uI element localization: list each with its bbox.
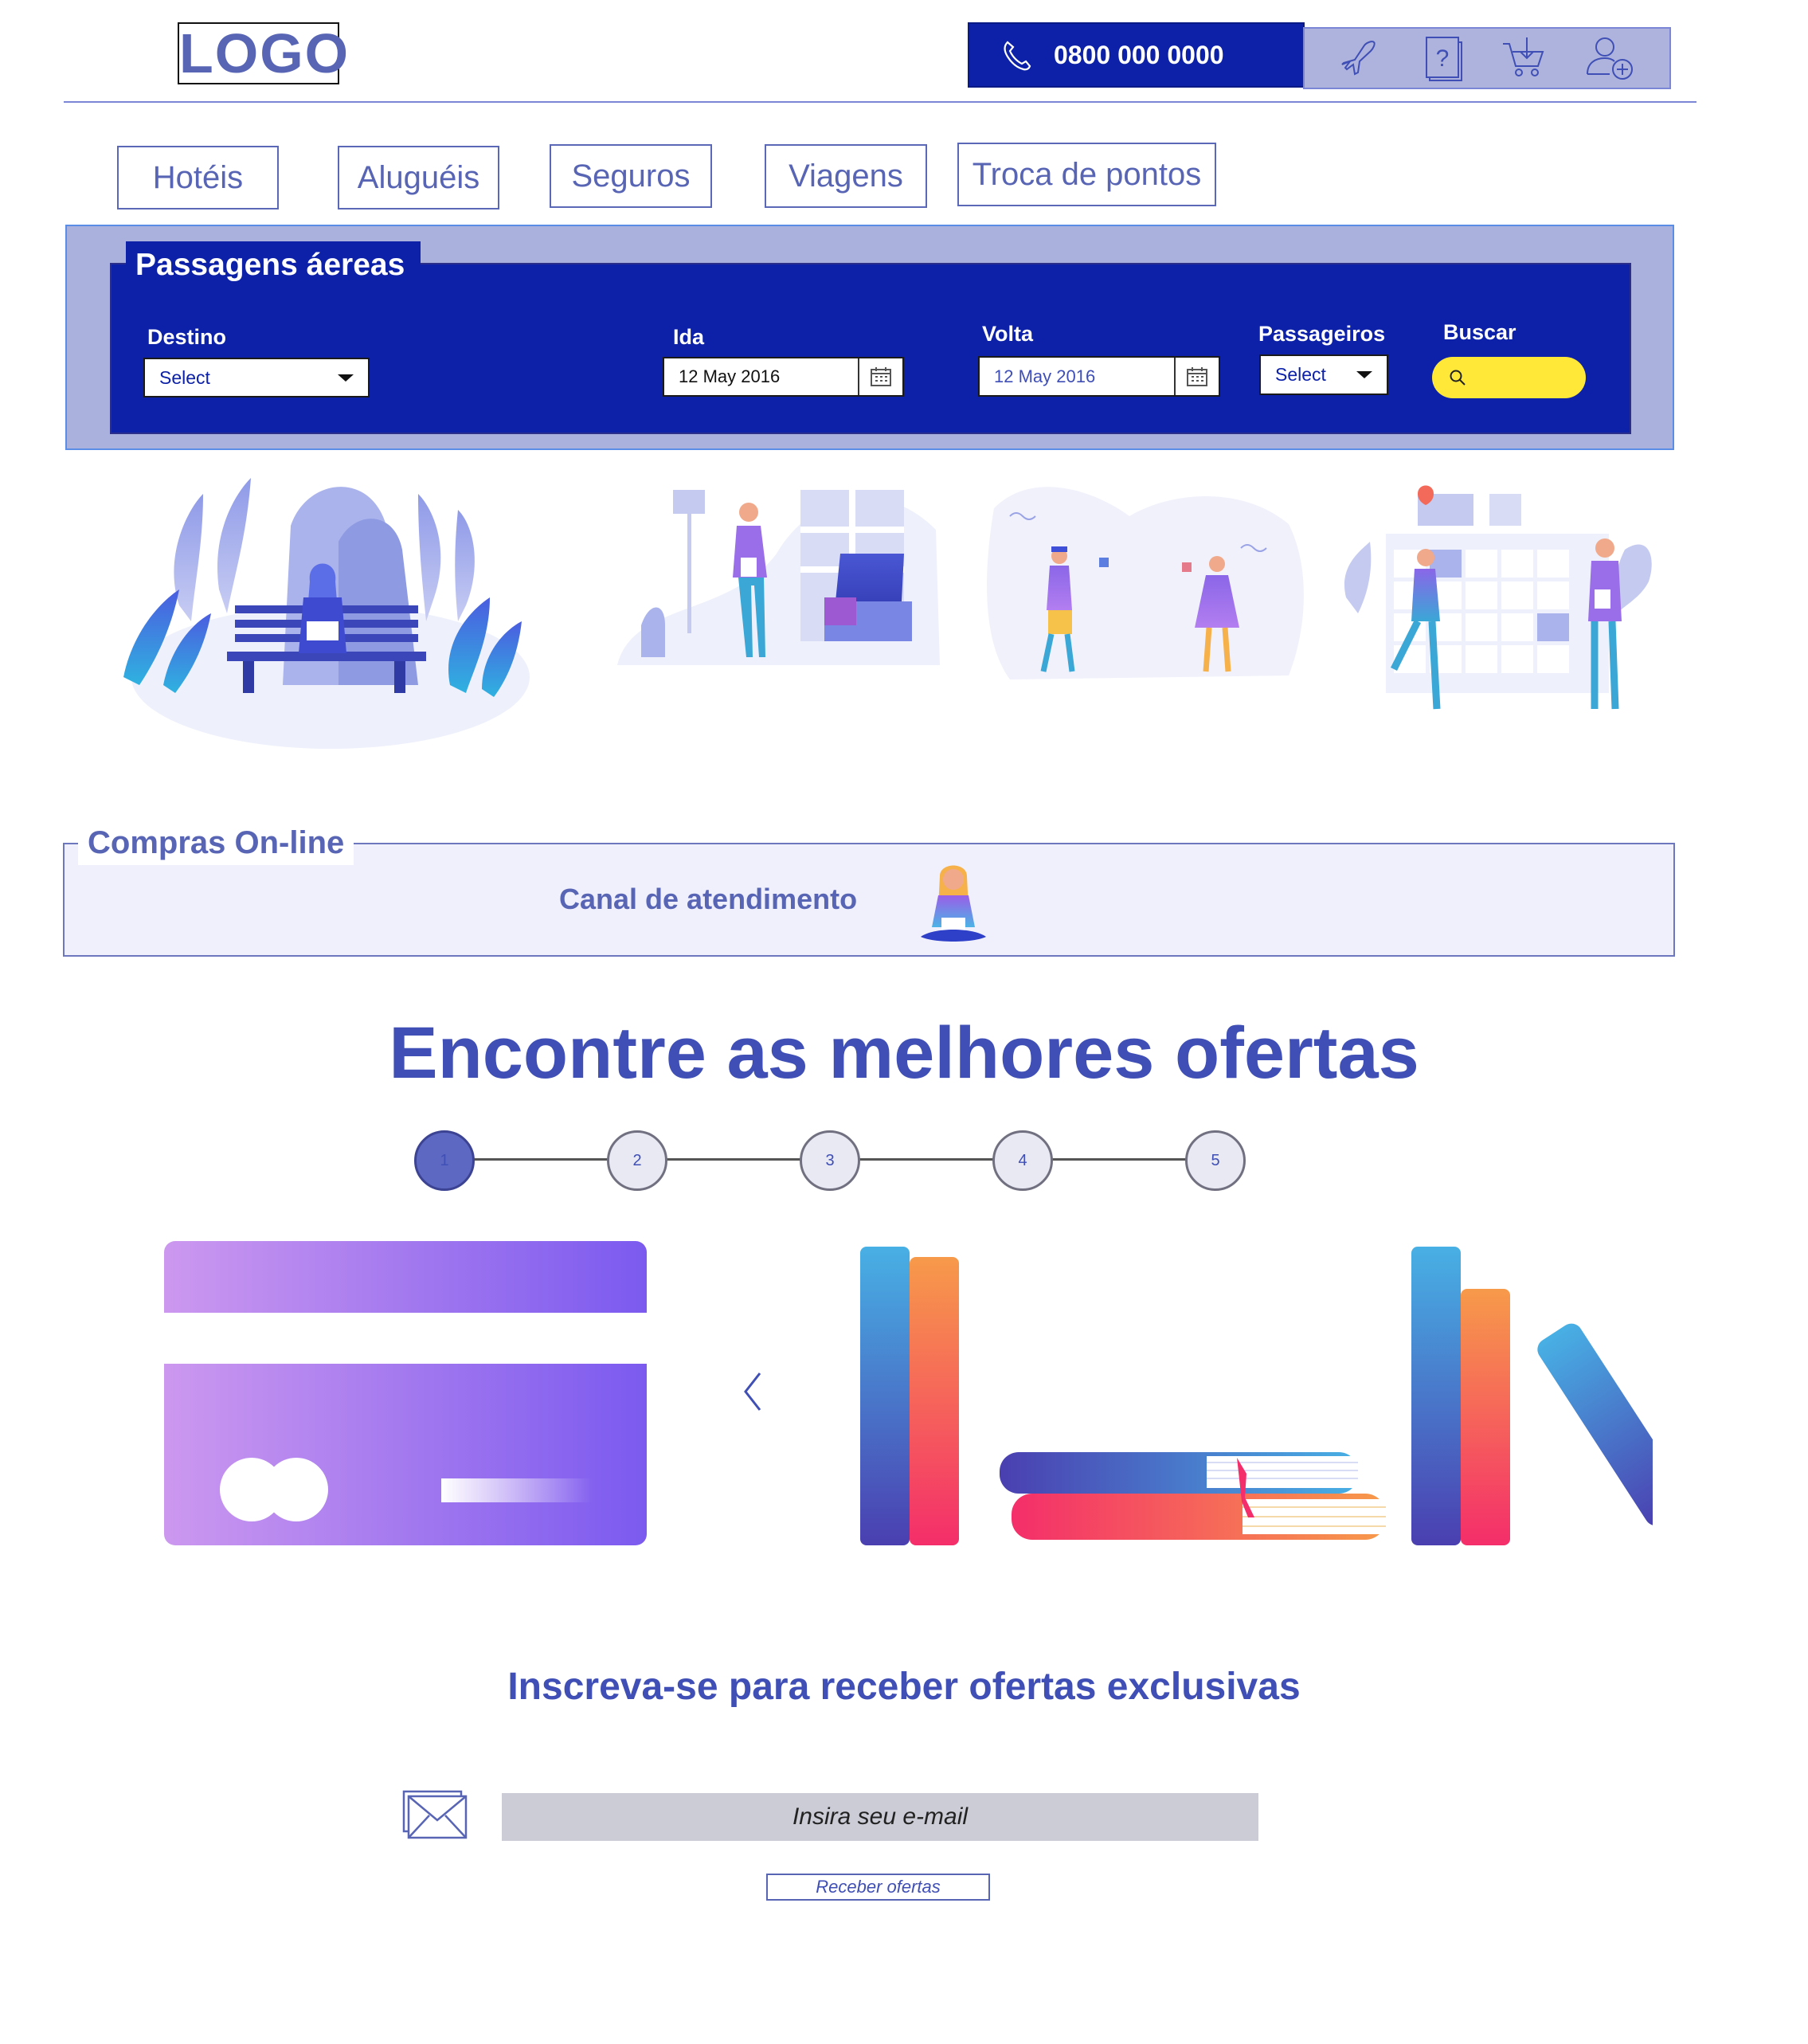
header-divider: [64, 101, 1696, 103]
buscar-label: Buscar: [1443, 320, 1516, 344]
carousel-step-1[interactable]: 1: [414, 1130, 475, 1191]
phone-number: 0800 000 0000: [1054, 40, 1224, 69]
volta-date-field[interactable]: 12 May 2016: [978, 356, 1220, 397]
tab-viagens[interactable]: Viagens: [765, 144, 927, 208]
add-user-icon[interactable]: [1584, 34, 1637, 82]
header-icons: ?: [1303, 27, 1671, 89]
canal-de-atendimento-link[interactable]: Canal de atendimento: [559, 883, 857, 916]
passageiros-label: Passageiros: [1258, 322, 1386, 346]
help-book-icon[interactable]: ?: [1422, 34, 1463, 82]
calendar-icon[interactable]: [1174, 358, 1219, 395]
books-image: [860, 1247, 1653, 1545]
bench-laptop-illustration: [123, 478, 530, 749]
compras-online-label: Compras On-line: [78, 820, 354, 865]
carousel-step-3[interactable]: 3: [800, 1130, 860, 1191]
destino-value: Select: [159, 366, 210, 388]
volta-value: 12 May 2016: [994, 366, 1096, 386]
svg-text:?: ?: [1436, 45, 1450, 72]
envelope-icon: [402, 1790, 468, 1839]
search-icon: [1450, 370, 1466, 386]
plane-icon[interactable]: [1337, 36, 1385, 80]
calendar-people-illustration: [1344, 485, 1652, 710]
newsletter-title: Inscreva-se para receber ofertas exclusi…: [507, 1666, 1301, 1708]
ida-date-field[interactable]: 12 May 2016: [663, 357, 904, 397]
destino-select[interactable]: Select: [143, 358, 370, 397]
email-input[interactable]: [502, 1793, 1258, 1841]
carousel-step-2[interactable]: 2: [607, 1130, 667, 1191]
receber-ofertas-button[interactable]: Receber ofertas: [766, 1874, 990, 1901]
flight-search-title: Passagens áereas: [126, 241, 421, 289]
ida-label: Ida: [673, 325, 705, 349]
cart-icon[interactable]: [1500, 36, 1548, 80]
passageiros-select[interactable]: Select: [1259, 354, 1388, 395]
chevron-down-icon: [1356, 371, 1372, 378]
carousel-prev-arrow-icon[interactable]: [741, 1370, 765, 1413]
couple-coffee-illustration: [987, 487, 1304, 679]
ida-value: 12 May 2016: [679, 366, 781, 386]
tab-troca-de-pontos[interactable]: Troca de pontos: [957, 143, 1216, 206]
carousel-step-5[interactable]: 5: [1185, 1130, 1246, 1191]
tab-seguros[interactable]: Seguros: [550, 144, 712, 208]
destino-label: Destino: [147, 325, 227, 349]
phone-contact[interactable]: 0800 000 0000: [968, 22, 1305, 88]
chevron-down-icon: [338, 374, 354, 382]
logo[interactable]: LOGO: [178, 22, 348, 84]
phone-icon: [1004, 41, 1031, 71]
calendar-icon[interactable]: [858, 358, 902, 395]
man-armchair-illustration: [617, 490, 940, 665]
offers-title: Encontre as melhores ofertas: [389, 1012, 1419, 1094]
buscar-button[interactable]: [1432, 357, 1586, 398]
support-agent-icon: [921, 865, 986, 942]
credit-card-image: [164, 1241, 647, 1545]
tab-hoteis[interactable]: Hotéis: [117, 146, 279, 209]
passageiros-value: Select: [1275, 364, 1326, 385]
carousel-step-4[interactable]: 4: [992, 1130, 1053, 1191]
volta-label: Volta: [982, 322, 1034, 346]
tab-alugueis[interactable]: Aluguéis: [338, 146, 499, 209]
